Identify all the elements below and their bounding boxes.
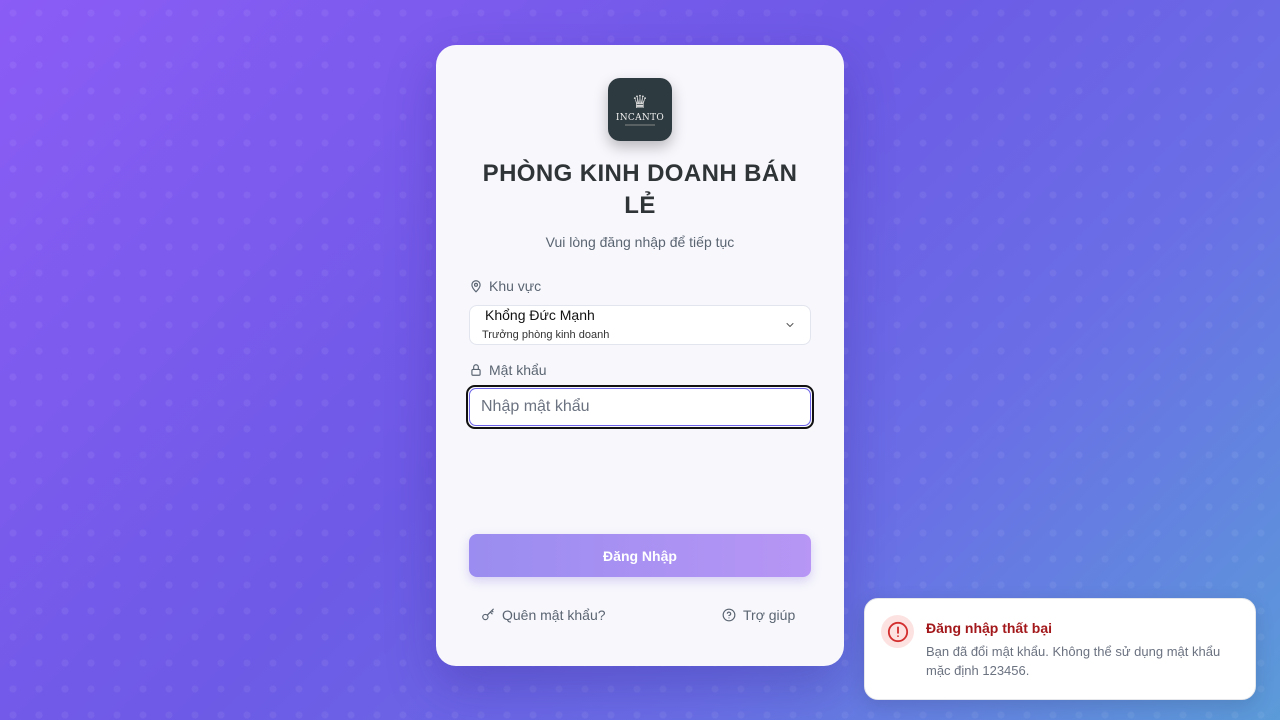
key-icon: [482, 608, 494, 621]
selected-user-role: Trưởng phòng kinh doanh: [482, 329, 610, 341]
toast-message: Bạn đã đổi mật khẩu. Không thể sử dụng m…: [926, 644, 1221, 678]
toast-icon-wrap: [881, 615, 914, 648]
crest-icon: ♛: [631, 92, 649, 112]
lock-icon: [471, 364, 481, 376]
password-focus-ring: [466, 385, 814, 429]
forgot-password-link[interactable]: Quên mật khẩu?: [481, 607, 606, 623]
page-title: PHÒNG KINH DOANH BÁN LẺ: [482, 160, 798, 219]
company-logo: ♛ INCANTO: [608, 78, 672, 141]
map-pin-icon: [471, 280, 481, 293]
area-select[interactable]: Khổng Đức Mạnh Trưởng phòng kinh doanh: [469, 305, 811, 345]
password-input[interactable]: [469, 388, 811, 426]
selected-user-name: Khổng Đức Mạnh: [485, 307, 595, 323]
alert-circle-icon: [887, 621, 908, 642]
page-subtitle: Vui lòng đăng nhập để tiếp tục: [545, 234, 735, 250]
password-label: Mật khẩu: [469, 362, 547, 378]
toast-title: Đăng nhập thất bại: [926, 620, 1052, 636]
chevron-down-icon: [786, 323, 794, 327]
logo-tagline: [625, 124, 655, 126]
help-label: Trợ giúp: [743, 607, 796, 623]
help-link[interactable]: Trợ giúp: [722, 607, 795, 623]
error-toast: Đăng nhập thất bại Bạn đã đổi mật khẩu. …: [864, 598, 1256, 700]
login-button[interactable]: Đăng Nhập: [469, 534, 811, 577]
area-label: Khu vực: [469, 278, 541, 294]
password-label-text: Mật khẩu: [489, 362, 547, 378]
login-card: ♛ INCANTO PHÒNG KINH DOANH BÁN LẺ Vui lò…: [436, 45, 844, 666]
logo-brand-text: INCANTO: [615, 113, 665, 123]
forgot-password-label: Quên mật khẩu?: [502, 607, 606, 623]
help-circle-icon: [722, 608, 736, 622]
area-label-text: Khu vực: [489, 278, 542, 294]
